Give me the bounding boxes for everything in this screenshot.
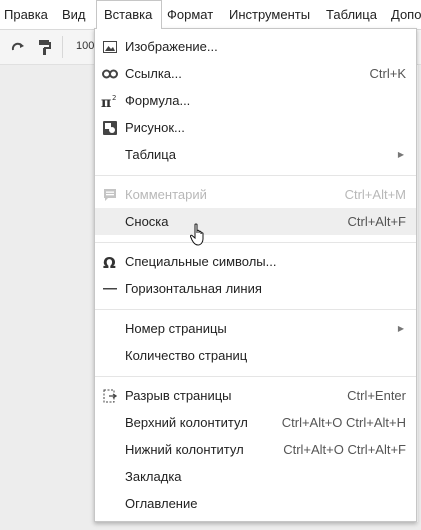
menu-item-comment: Комментарий Ctrl+Alt+M — [95, 181, 416, 208]
comment-icon — [101, 186, 118, 203]
horizontal-line-icon — [101, 280, 118, 297]
menu-item-label: Закладка — [125, 469, 182, 484]
menu-item-label: Разрыв страницы — [125, 388, 232, 403]
menu-insert[interactable]: Вставка — [96, 0, 162, 29]
hand-cursor-icon — [189, 223, 208, 250]
menu-item-label: Горизонтальная линия — [125, 281, 262, 296]
menu-item-special-characters[interactable]: Ω Специальные символы... — [95, 248, 416, 275]
menu-item-footer[interactable]: Нижний колонтитул Ctrl+Alt+O Ctrl+Alt+F — [95, 436, 416, 463]
page-background-left — [0, 65, 94, 530]
drawing-icon — [101, 119, 118, 136]
menu-item-shortcut: Ctrl+Alt+M — [344, 187, 406, 202]
equation-icon: π2 — [101, 92, 118, 109]
menu-bar: Правка Вид Вставка Формат Инструменты Та… — [0, 0, 421, 30]
submenu-arrow-icon: ▶ — [397, 324, 404, 333]
insert-menu-dropdown: Изображение... Ссылка... Ctrl+K π2 Форму… — [94, 28, 417, 522]
submenu-arrow-icon: ▶ — [397, 150, 404, 159]
omega-icon: Ω — [101, 253, 118, 270]
menu-item-label: Верхний колонтитул — [125, 415, 248, 430]
menu-item-page-count[interactable]: Количество страниц — [95, 342, 416, 369]
menu-divider — [95, 175, 416, 176]
menu-item-table-of-contents[interactable]: Оглавление — [95, 490, 416, 517]
menu-item-shortcut: Ctrl+Enter — [347, 388, 406, 403]
link-icon — [101, 65, 118, 82]
svg-text:π: π — [101, 95, 111, 108]
menu-divider — [95, 242, 416, 243]
menu-item-label: Оглавление — [125, 496, 198, 511]
menu-item-shortcut: Ctrl+K — [369, 66, 406, 81]
menu-edit[interactable]: Правка — [4, 0, 48, 29]
menu-item-shortcut: Ctrl+Alt+F — [347, 214, 406, 229]
menu-addons[interactable]: Допо — [391, 0, 421, 29]
menu-item-drawing[interactable]: Рисунок... — [95, 114, 416, 141]
menu-format[interactable]: Формат — [167, 0, 213, 29]
toolbar-divider — [62, 36, 63, 58]
page-background-bottom — [94, 522, 421, 530]
menu-item-link[interactable]: Ссылка... Ctrl+K — [95, 60, 416, 87]
menu-item-label: Специальные символы... — [125, 254, 277, 269]
paint-format-icon[interactable] — [36, 38, 54, 56]
menu-item-shortcut: Ctrl+Alt+O Ctrl+Alt+F — [283, 442, 406, 457]
zoom-value[interactable]: 100 — [76, 40, 94, 52]
menu-divider — [95, 309, 416, 310]
menu-item-shortcut: Ctrl+Alt+O Ctrl+Alt+H — [281, 415, 406, 430]
menu-table[interactable]: Таблица — [326, 0, 377, 29]
menu-item-bookmark[interactable]: Закладка — [95, 463, 416, 490]
menu-item-label: Изображение... — [125, 39, 218, 54]
menu-tools[interactable]: Инструменты — [229, 0, 310, 29]
menu-item-label: Ссылка... — [125, 66, 182, 81]
page-break-icon — [101, 387, 118, 404]
menu-item-label: Рисунок... — [125, 120, 185, 135]
menu-item-page-break[interactable]: Разрыв страницы Ctrl+Enter — [95, 382, 416, 409]
menu-view[interactable]: Вид — [62, 0, 86, 29]
menu-item-label: Комментарий — [125, 187, 207, 202]
menu-item-page-number[interactable]: Номер страницы ▶ — [95, 315, 416, 342]
menu-item-label: Формула... — [125, 93, 191, 108]
menu-item-header[interactable]: Верхний колонтитул Ctrl+Alt+O Ctrl+Alt+H — [95, 409, 416, 436]
menu-item-horizontal-line[interactable]: Горизонтальная линия — [95, 275, 416, 302]
menu-item-footnote[interactable]: Сноска Ctrl+Alt+F — [95, 208, 416, 235]
menu-item-label: Сноска — [125, 214, 169, 229]
menu-item-label: Таблица — [125, 147, 176, 162]
svg-text:2: 2 — [112, 94, 116, 102]
menu-divider — [95, 376, 416, 377]
menu-item-label: Номер страницы — [125, 321, 227, 336]
menu-item-label: Количество страниц — [125, 348, 248, 363]
menu-item-equation[interactable]: π2 Формула... — [95, 87, 416, 114]
menu-item-label: Нижний колонтитул — [125, 442, 244, 457]
menu-item-image[interactable]: Изображение... — [95, 33, 416, 60]
menu-item-table[interactable]: Таблица ▶ — [95, 141, 416, 168]
redo-icon[interactable] — [9, 38, 27, 56]
svg-text:Ω: Ω — [103, 254, 116, 270]
image-icon — [101, 38, 118, 55]
